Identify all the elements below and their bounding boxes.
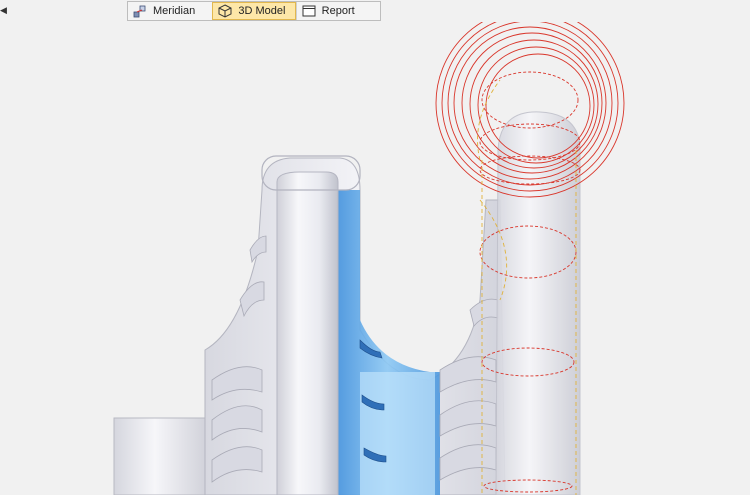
tab-3d-model-label: 3D Model: [238, 5, 286, 17]
tab-report-label: Report: [321, 5, 355, 17]
tab-meridian-label: Meridian: [153, 5, 196, 17]
hub-light-region: [360, 372, 435, 495]
meridian-icon: [133, 4, 147, 18]
collapse-panel-icon[interactable]: ◀: [0, 5, 8, 15]
cube-icon: [218, 4, 232, 18]
tab-3d-model[interactable]: 3D Model: [212, 2, 296, 20]
center-shaft: [276, 171, 339, 495]
3d-model-viewport[interactable]: [0, 22, 750, 495]
report-window-icon: [302, 4, 316, 18]
view-tab-bar: Meridian 3D Model Report: [127, 1, 381, 21]
inlet-pipe: [113, 417, 217, 495]
tab-report[interactable]: Report: [295, 2, 380, 20]
tab-meridian[interactable]: Meridian: [128, 2, 212, 20]
